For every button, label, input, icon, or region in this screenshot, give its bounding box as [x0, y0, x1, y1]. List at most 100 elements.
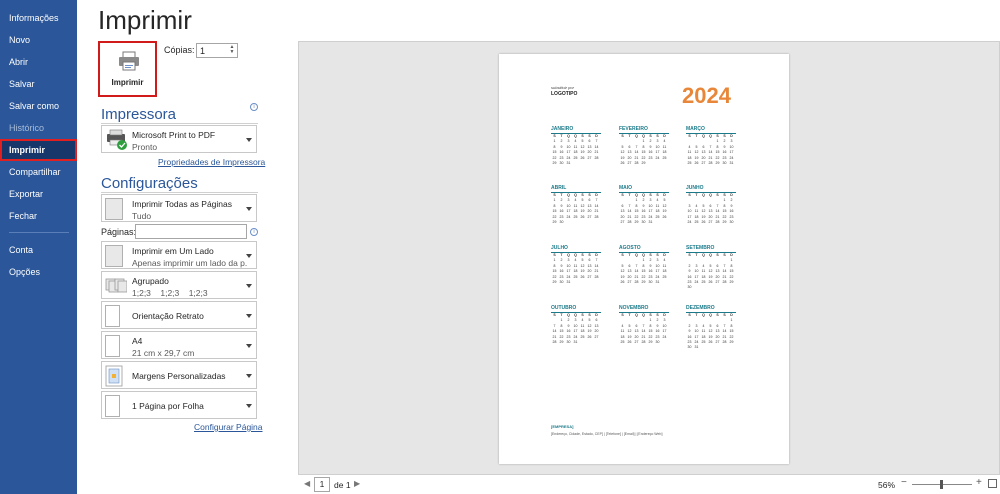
calendar-day: 25 [687, 161, 692, 166]
orientation-title: Orientação Retrato [132, 311, 204, 321]
calendar-day: 27 [587, 155, 592, 160]
calendar-year: 2024 [682, 83, 731, 108]
pages-icon [105, 198, 123, 220]
calendar-day: 30 [559, 220, 564, 225]
calendar-day: 27 [594, 334, 599, 339]
paper-subtitle: 21 cm x 29,7 cm [132, 348, 195, 358]
printer-properties-link[interactable]: Propriedades de Impressora [158, 157, 265, 167]
preview-footer: ◀ 1 de 1 ▶ 56% − + [298, 475, 1000, 494]
calendar-day: 27 [715, 280, 720, 285]
zoom-out-icon[interactable]: − [901, 477, 907, 488]
calendar-day: 27 [715, 340, 720, 345]
paper-title: A4 [132, 336, 143, 346]
margins-icon [105, 365, 123, 387]
calendar-day: 25 [701, 340, 706, 345]
calendar-month-name: DEZEMBRO [686, 305, 736, 313]
nav-item-conta[interactable]: Conta [0, 239, 77, 261]
calendar-day: 26 [580, 274, 585, 279]
nav-item-informacoes[interactable]: Informações [0, 7, 77, 29]
printer-section-title: Impressora [101, 106, 177, 123]
calendar-day: 31 [566, 280, 571, 285]
prev-page-icon[interactable]: ◀ [304, 479, 310, 488]
one-side-icon [105, 245, 123, 267]
calendar-day: 27 [627, 161, 632, 166]
calendar-day: 24 [566, 214, 571, 219]
calendar-days-grid: S T Q Q S S D 1 2 3 4 5 6 7 8 9 10 11 12 13 14 15 16 17 18 19 20 21… [686, 313, 736, 351]
logo-small-text: substituir por [551, 85, 574, 90]
nav-item-novo[interactable]: Novo [0, 29, 77, 51]
nav-item-opcoes[interactable]: Opções [0, 261, 77, 283]
chevron-down-icon [246, 314, 252, 318]
pages-input[interactable] [135, 224, 247, 239]
sides-dropdown[interactable]: Imprimir em Um Lado Apenas imprimir um l… [101, 241, 257, 269]
fit-page-icon[interactable] [988, 479, 997, 488]
calendar-day: 28 [722, 280, 727, 285]
calendar-month: FEVEREIRO S T Q Q S S D 1 2 3 4 5 6 7 8 9 10 11 12 13 14 15 16 1… [619, 126, 669, 166]
calendar-day: 25 [573, 274, 578, 279]
calendar-day: 29 [722, 220, 727, 225]
calendar-day: 30 [729, 220, 734, 225]
calendar-month-name: NOVEMBRO [619, 305, 669, 313]
calendar-day: 26 [708, 280, 713, 285]
margins-dropdown[interactable]: Margens Personalizadas [101, 361, 257, 389]
copies-label: Cópias: [164, 45, 195, 55]
calendar-day: 26 [587, 334, 592, 339]
chevron-down-icon [246, 254, 252, 258]
calendar-day: 28 [594, 214, 599, 219]
zoom-slider-thumb[interactable] [940, 480, 943, 489]
next-page-icon[interactable]: ▶ [354, 479, 360, 488]
calendar-days-grid: S T Q Q S S D 1 2 3 4 5 6 7 8 9 10 11 12 13 14 15 16 17 18 19 20 21… [686, 193, 736, 225]
printer-dropdown[interactable]: Microsoft Print to PDF Pronto [101, 125, 257, 153]
copies-spinner[interactable]: ▲ ▼ [228, 45, 236, 56]
calendar-day: 28 [594, 155, 599, 160]
printer-status: Pronto [132, 142, 158, 152]
company-contact: [Endereço, Cidade, Estado, CEP] | [Telef… [551, 432, 663, 436]
calendar-month: JUNHO S T Q Q S S D 1 2 3 4 5 6 7 8 9 10 11 12 13 14 15 16 17 18 1… [686, 185, 736, 225]
calendar-day: 28 [634, 161, 639, 166]
page-setup-link[interactable]: Configurar Página [194, 422, 263, 432]
sides-title: Imprimir em Um Lado [132, 246, 214, 256]
calendar-month-name: MARÇO [686, 126, 736, 134]
nav-item-abrir[interactable]: Abrir [0, 51, 77, 73]
current-page-input[interactable]: 1 [314, 477, 330, 492]
nav-item-imprimir[interactable]: Imprimir [0, 139, 77, 161]
calendar-day: 25 [662, 155, 667, 160]
nav-item-fechar[interactable]: Fechar [0, 205, 77, 227]
nav-item-exportar[interactable]: Exportar [0, 183, 77, 205]
calendar-day: 24 [694, 280, 699, 285]
pages-info-icon[interactable]: i [250, 228, 258, 236]
pages-label: Páginas: [101, 227, 137, 237]
info-icon[interactable]: i [250, 103, 258, 111]
calendar-day: 31 [729, 161, 734, 166]
calendar-day: 30 [687, 345, 692, 350]
calendar-day: 26 [620, 161, 625, 166]
zoom-in-icon[interactable]: + [976, 477, 982, 488]
backstage-nav: Informações Novo Abrir Salvar Salvar com… [0, 0, 77, 494]
print-button[interactable]: Imprimir [98, 41, 157, 97]
calendar-day: 30 [641, 220, 646, 225]
paper-size-dropdown[interactable]: A4 21 cm x 29,7 cm [101, 331, 257, 359]
calendar-day: 30 [559, 280, 564, 285]
calendar-day: 29 [552, 220, 557, 225]
calendar-month-name: FEVEREIRO [619, 126, 669, 134]
print-pages-dropdown[interactable]: Imprimir Todas as Páginas Tudo [101, 194, 257, 222]
calendar-day: 26 [701, 220, 706, 225]
nav-item-salvar-como[interactable]: Salvar como [0, 95, 77, 117]
pages-per-sheet-dropdown[interactable]: 1 Página por Folha [101, 391, 257, 419]
copies-input[interactable]: 1 ▲ ▼ [196, 43, 238, 58]
calendar-day: 26 [662, 214, 667, 219]
printer-section-rule [101, 123, 258, 124]
calendar-day: 28 [552, 340, 557, 345]
nav-item-salvar[interactable]: Salvar [0, 73, 77, 95]
nav-item-compartilhar[interactable]: Compartilhar [0, 161, 77, 183]
calendar-days-grid: S T Q Q S S D 1 2 3 4 5 6 7 8 9 10 11 12 13 14 15 16 17 18 19 20 21… [686, 253, 736, 291]
orientation-dropdown[interactable]: Orientação Retrato [101, 301, 257, 329]
calendar-day: 25 [573, 214, 578, 219]
calendar-day: 30 [722, 161, 727, 166]
calendar-month: NOVEMBRO S T Q Q S S D 1 2 3 4 5 6 7 8 9 10 11 12 13 14 15 16 17… [619, 305, 669, 345]
calendar-day: 29 [634, 220, 639, 225]
print-pages-title: Imprimir Todas as Páginas [132, 199, 232, 209]
zoom-level: 56% [878, 480, 896, 490]
collate-dropdown[interactable]: Agrupado 1;2;3 1;2;3 1;2;3 [101, 271, 257, 299]
calendar-day: 25 [620, 340, 625, 345]
